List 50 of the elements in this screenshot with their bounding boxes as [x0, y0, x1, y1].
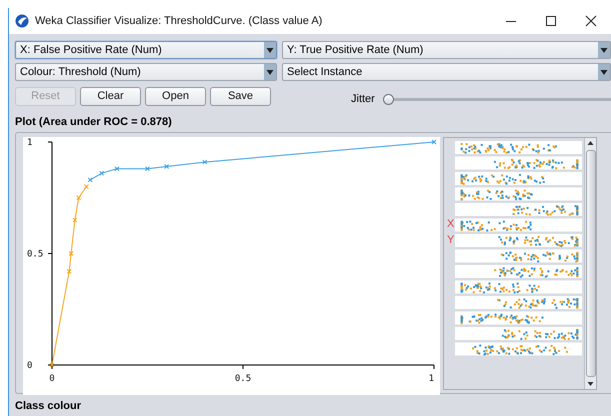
x-axis-marker: X	[447, 218, 454, 230]
data-point	[72, 218, 78, 223]
attribute-strip[interactable]	[455, 234, 582, 247]
attribute-strip[interactable]	[455, 250, 582, 262]
data-point	[66, 268, 72, 274]
data-point	[164, 164, 170, 170]
maximize-icon[interactable]	[545, 15, 557, 27]
attribute-strip[interactable]	[455, 296, 582, 309]
toolbar-button[interactable]: Save	[210, 86, 271, 106]
attribute-strip[interactable]	[455, 218, 582, 232]
scrollbar[interactable]	[584, 138, 596, 389]
y-tick-label: 0.5	[27, 250, 44, 260]
x-tick-label: 0.5	[234, 374, 252, 384]
attribute-strip[interactable]	[455, 265, 582, 278]
data-point	[88, 177, 93, 182]
slider-thumb[interactable]	[382, 94, 394, 104]
data-point	[114, 166, 120, 172]
toolbar-button[interactable]: Clear	[80, 86, 141, 106]
dropdown[interactable]: X: False Positive Rate (Num)	[15, 41, 277, 59]
attribute-strip[interactable]	[455, 312, 582, 324]
attribute-strip[interactable]	[455, 156, 582, 170]
data-point	[432, 140, 436, 144]
app-logo-icon	[15, 14, 29, 28]
jitter-label: Jitter	[351, 93, 375, 105]
x-tick-label: 1	[428, 374, 434, 384]
dropdown[interactable]: Y: True Positive Rate (Num)	[282, 41, 611, 59]
dropdown[interactable]: Select Instance	[282, 63, 611, 81]
attribute-strip[interactable]	[455, 188, 582, 200]
data-point	[76, 195, 82, 200]
y-tick-label: 0	[27, 361, 32, 371]
y-tick-label: 1	[27, 138, 32, 148]
class-colour-title: Class colour	[15, 400, 82, 412]
data-point	[99, 170, 104, 176]
toolbar-button[interactable]: Open	[145, 86, 206, 106]
plot-title: Plot (Area under ROC = 0.878)	[15, 116, 173, 128]
dropdown[interactable]: Colour: Threshold (Num)	[15, 63, 277, 81]
data-point	[84, 184, 89, 190]
x-tick-label: 0	[49, 374, 55, 384]
y-axis-marker: Y	[447, 234, 454, 246]
attribute-strip[interactable]	[455, 203, 582, 216]
window-title: Weka Classifier Visualize: ThresholdCurve. (Class value A)	[35, 15, 322, 27]
attribute-strip[interactable]	[455, 172, 582, 185]
data-point	[145, 166, 150, 172]
attribute-strip[interactable]	[455, 342, 582, 356]
attribute-strip[interactable]	[455, 327, 582, 340]
attribute-strip[interactable]	[455, 280, 582, 294]
data-point	[50, 362, 54, 368]
close-icon[interactable]	[585, 15, 597, 27]
data-point	[68, 251, 74, 256]
data-point	[202, 160, 208, 165]
